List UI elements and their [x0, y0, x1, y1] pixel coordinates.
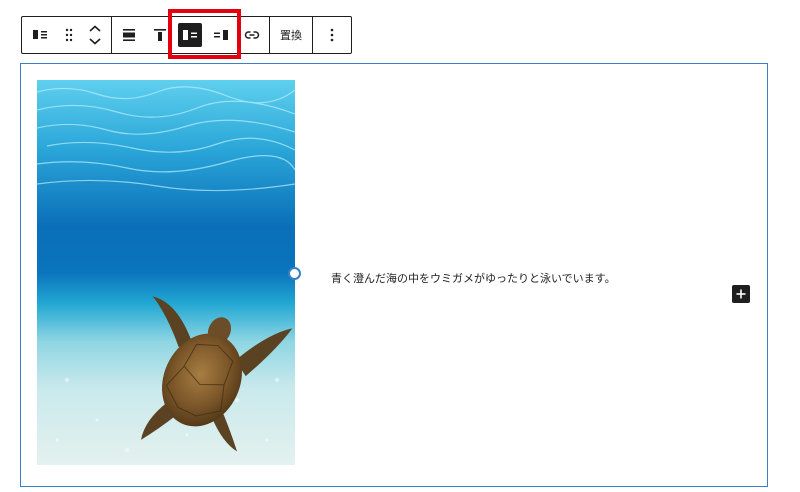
chevron-down-icon[interactable] — [89, 37, 101, 45]
block-image[interactable] — [37, 80, 295, 465]
drag-handle-icon — [65, 28, 73, 42]
plus-icon — [736, 289, 746, 299]
more-vertical-icon — [330, 28, 334, 42]
move-buttons — [80, 17, 110, 53]
block-text[interactable]: 青く澄んだ海の中をウミガメがゆったりと泳いでいます。 — [331, 270, 616, 286]
block-inserter-button[interactable] — [732, 285, 750, 303]
sea-turtle-photo — [37, 80, 295, 465]
more-options-button[interactable] — [313, 17, 351, 53]
chevron-up-icon[interactable] — [89, 25, 101, 33]
media-text-icon — [33, 30, 47, 39]
block-type-button[interactable] — [22, 17, 58, 53]
align-button[interactable] — [112, 17, 146, 53]
replace-group: 置換 — [270, 17, 313, 53]
replace-label: 置換 — [280, 29, 302, 42]
replace-button[interactable]: 置換 — [270, 17, 312, 53]
align-top-icon — [154, 29, 166, 41]
block-parent-group — [22, 17, 112, 53]
link-icon — [244, 31, 260, 39]
highlight-box — [168, 9, 241, 59]
image-resize-handle[interactable] — [288, 267, 301, 280]
drag-handle-button[interactable] — [58, 17, 80, 53]
align-wide-icon — [123, 29, 135, 41]
more-group — [313, 17, 351, 53]
